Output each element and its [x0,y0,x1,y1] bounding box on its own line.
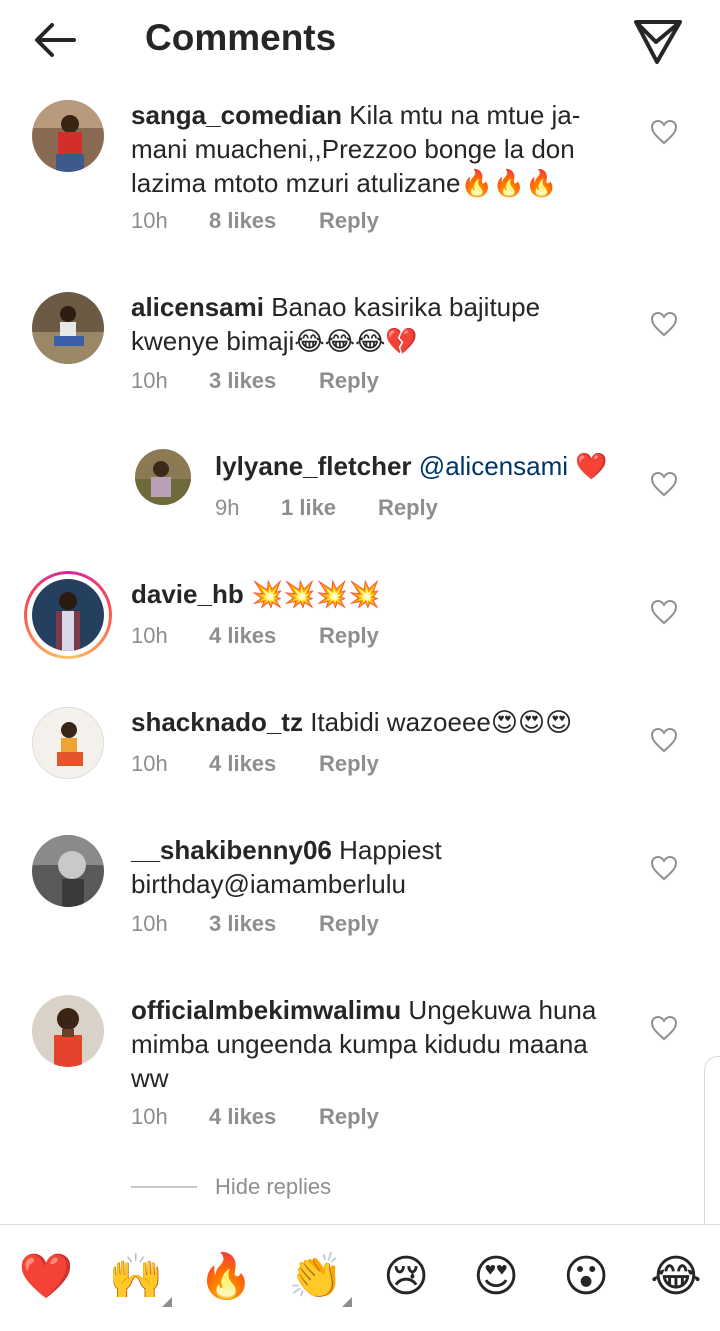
comment-meta: 10h 4 likes Reply [131,1103,379,1131]
heart-outline-icon [650,1015,678,1041]
heart-outline-icon [650,311,678,337]
heart-outline-icon [650,727,678,753]
hide-replies-line [131,1186,197,1188]
avatar[interactable] [32,835,104,907]
comment-username[interactable]: lylyane_fletcher [215,451,412,481]
like-button[interactable] [650,311,678,337]
emoji-raised-hands-button[interactable]: 🙌 [108,1249,172,1307]
like-button[interactable] [650,855,678,881]
comment-time: 10h [131,368,168,393]
comment-username[interactable]: sanga_comedian [131,100,342,130]
like-button[interactable] [650,471,678,497]
side-tab[interactable] [704,1056,720,1248]
avatar[interactable] [32,100,104,172]
emoji-clap-label: 👏 [288,1252,344,1301]
heart-outline-icon [650,599,678,625]
comment-body: 💥💥💥💥 [250,579,381,609]
emoji-joy-button[interactable]: 😂 [648,1249,704,1305]
reply-button[interactable]: Reply [319,367,379,395]
comment-likes[interactable]: 4 likes [209,750,319,778]
like-button[interactable] [650,119,678,145]
comment-time: 10h [131,208,168,233]
hide-replies-label[interactable]: Hide replies [215,1172,331,1202]
comment-username[interactable]: davie_hb [131,579,244,609]
comment-body: Itabidi wazoeee😍😍😍 [310,707,573,737]
arrow-left-icon [35,23,76,57]
comment-username[interactable]: __shakibenny06 [131,835,332,865]
header: Comments [0,0,720,80]
reply-button[interactable]: Reply [319,622,379,650]
comment-text: alicensami Banao kasirika bajitupe kweny… [131,290,631,358]
avatar[interactable] [32,292,104,364]
comment-likes[interactable]: 3 likes [209,910,319,938]
back-button[interactable] [28,14,84,66]
comment-text: davie_hb 💥💥💥💥 [131,577,631,611]
comment-likes[interactable]: 1 like [281,494,378,522]
comment-meta: 10h 3 likes Reply [131,367,379,395]
comment-text: sanga_comedian Kila mtu na mtue ja-mani … [131,98,631,200]
avatar[interactable] [135,449,191,505]
comment-meta: 10h 8 likes Reply [131,207,379,235]
reply-button[interactable]: Reply [378,494,438,522]
emoji-heart-button[interactable]: ❤️ [18,1249,74,1305]
comment-likes[interactable]: 8 likes [209,207,319,235]
emoji-raised-hands-label: 🙌 [108,1252,164,1301]
comment-text: shacknado_tz Itabidi wazoeee😍😍😍 [131,705,631,739]
comment-text: officialmbekimwalimu Ungekuwa huna mimba… [131,993,631,1095]
like-button[interactable] [650,727,678,753]
heart-outline-icon [650,855,678,881]
story-ring[interactable] [24,571,112,659]
heart-outline-icon [650,119,678,145]
emoji-bar: ❤️ 🙌 🔥 👏 😢 😍 😮 😂 [0,1224,720,1331]
heart-outline-icon [650,471,678,497]
reply-button[interactable]: Reply [319,910,379,938]
skin-tone-indicator [162,1297,172,1307]
avatar[interactable] [32,707,104,779]
comment-time: 10h [131,751,168,776]
comment-likes[interactable]: 4 likes [209,1103,319,1131]
emoji-fire-button[interactable]: 🔥 [198,1249,254,1305]
avatar [32,579,104,651]
comment-username[interactable]: alicensami [131,292,264,322]
comment-time: 10h [131,911,168,936]
comment-body: ❤️ [575,451,608,481]
avatar[interactable] [32,995,104,1067]
emoji-clap-button[interactable]: 👏 [288,1249,352,1307]
share-button[interactable] [628,12,688,68]
comment-username[interactable]: shacknado_tz [131,707,303,737]
comment-text: __shakibenny06 Happiest birthday@iamambe… [131,833,631,901]
comment-time: 10h [131,623,168,648]
skin-tone-indicator [342,1297,352,1307]
paper-plane-icon [634,20,682,64]
reply-button[interactable]: Reply [319,750,379,778]
like-button[interactable] [650,1015,678,1041]
comment-likes[interactable]: 4 likes [209,622,319,650]
reply-button[interactable]: Reply [319,207,379,235]
emoji-heart-eyes-button[interactable]: 😍 [468,1249,524,1305]
comment-username[interactable]: officialmbekimwalimu [131,995,401,1025]
like-button[interactable] [650,599,678,625]
comment-time: 10h [131,1104,168,1129]
page-title: Comments [145,17,337,58]
comment-text: lylyane_fletcher @alicensami ❤️ [215,449,635,483]
comment-meta: 10h 4 likes Reply [131,622,379,650]
comment-time: 9h [215,495,240,520]
emoji-surprised-button[interactable]: 😮 [558,1249,614,1305]
comment-meta: 10h 4 likes Reply [131,750,379,778]
comment-meta: 10h 3 likes Reply [131,910,379,938]
emoji-crying-button[interactable]: 😢 [378,1249,434,1305]
comment-likes[interactable]: 3 likes [209,367,319,395]
reply-button[interactable]: Reply [319,1103,379,1131]
comment-meta: 9h 1 like Reply [215,494,438,522]
mention-link[interactable]: @alicensami [419,451,568,481]
